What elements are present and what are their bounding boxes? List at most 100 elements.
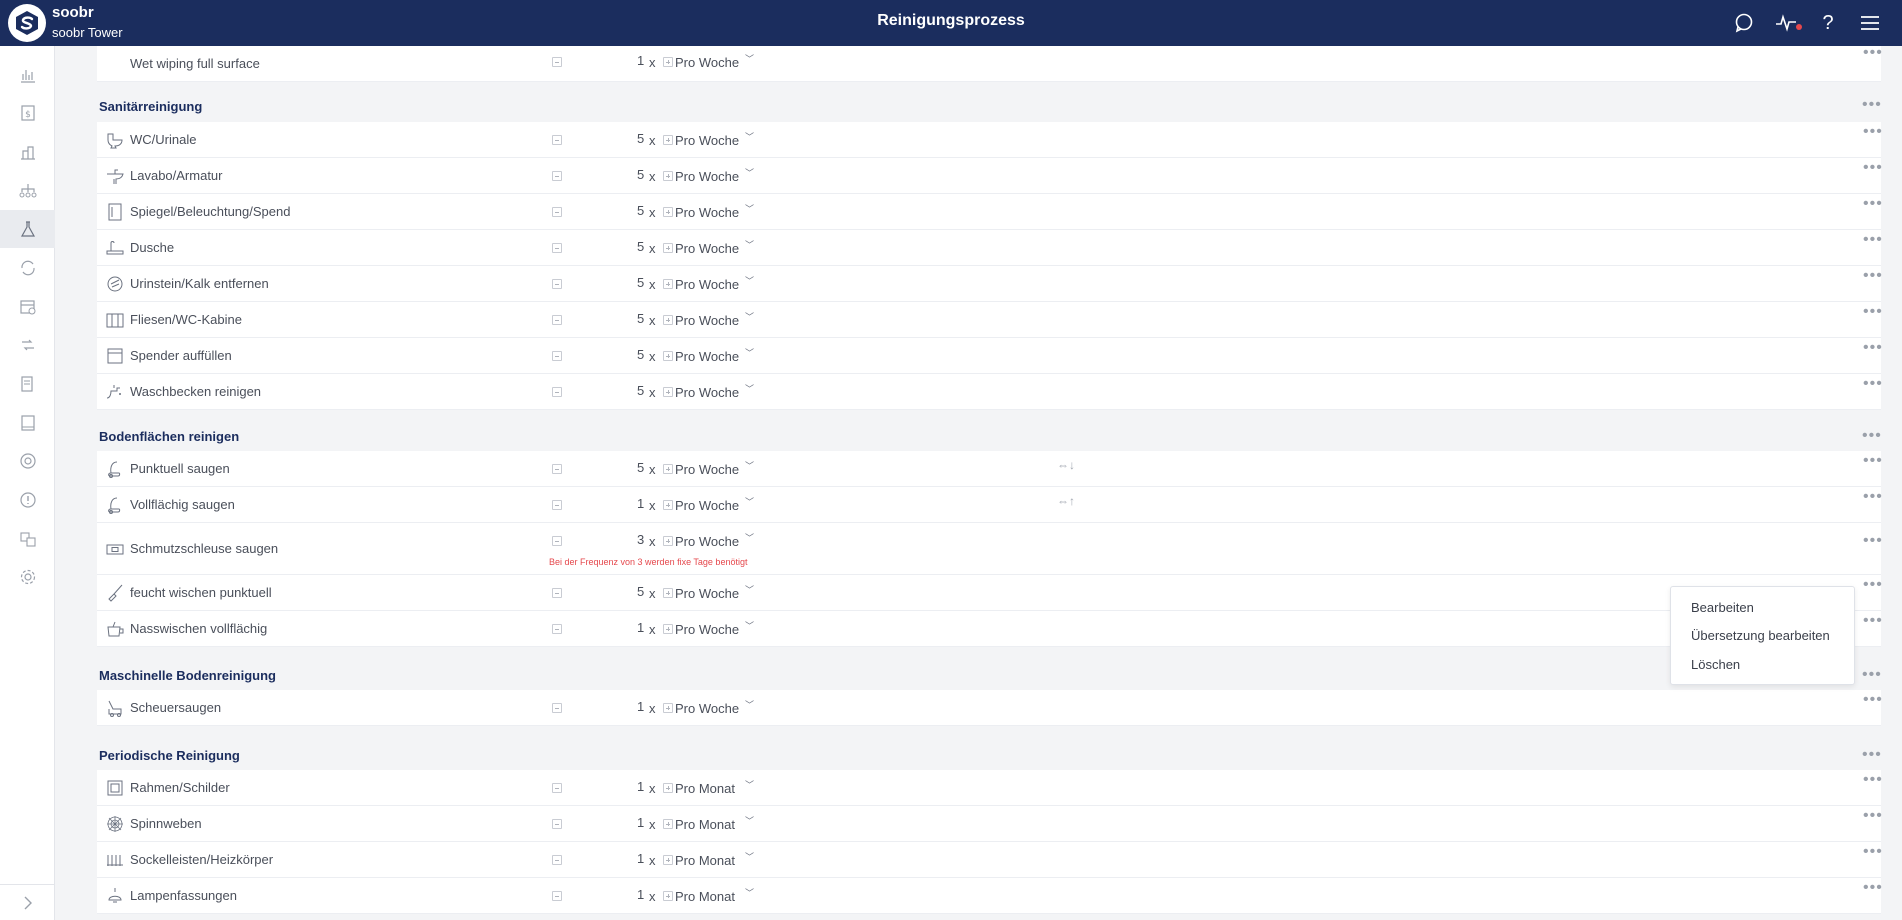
row-more-icon[interactable]: ••• — [1863, 196, 1883, 212]
period-select[interactable]: Pro Woche — [675, 349, 739, 364]
increase-button[interactable] — [663, 624, 673, 634]
increase-button[interactable] — [663, 243, 673, 253]
increase-button[interactable] — [663, 536, 673, 546]
row-more-icon[interactable]: ••• — [1863, 376, 1883, 392]
period-select[interactable]: Pro Woche — [675, 701, 739, 716]
task-row[interactable]: Fliesen/WC-Kabine 5 x Pro Woche ﹀ ••• — [97, 302, 1883, 338]
period-select[interactable]: Pro Monat — [675, 817, 735, 832]
increase-button[interactable] — [663, 315, 673, 325]
decrease-button[interactable] — [552, 891, 562, 901]
menu-item-edit-translation[interactable]: Übersetzung bearbeiten — [1691, 628, 1830, 643]
chevron-down-icon[interactable]: ﹀ — [745, 531, 754, 544]
decrease-button[interactable] — [552, 703, 562, 713]
section-more-icon[interactable]: ••• — [1862, 97, 1882, 113]
task-row[interactable]: Scheuersaugen 1 x Pro Woche ﹀ ••• — [97, 690, 1882, 726]
decrease-button[interactable] — [552, 783, 562, 793]
increase-button[interactable] — [663, 135, 673, 145]
chat-icon[interactable] — [1732, 11, 1756, 35]
decrease-button[interactable] — [552, 207, 562, 217]
task-row[interactable]: Nasswischen vollflächig 1 x Pro Woche ﹀ … — [97, 611, 1883, 647]
increase-button[interactable] — [663, 57, 673, 67]
increase-button[interactable] — [663, 171, 673, 181]
row-more-icon[interactable]: ••• — [1863, 304, 1883, 320]
task-row[interactable]: Spiegel/Beleuchtung/Spend 5 x Pro Woche … — [97, 194, 1883, 230]
menu-item-delete[interactable]: Löschen — [1691, 657, 1740, 672]
chevron-down-icon[interactable]: ﹀ — [745, 310, 754, 323]
task-row[interactable]: Rahmen/Schilder 1 x Pro Monat ﹀ ••• — [97, 770, 1883, 806]
flask-icon[interactable] — [0, 210, 55, 248]
task-row[interactable]: Lampenfassungen 1 x Pro Monat ﹀ ••• — [97, 878, 1883, 914]
activity-icon[interactable] — [1774, 11, 1802, 35]
decrease-button[interactable] — [552, 351, 562, 361]
decrease-button[interactable] — [552, 464, 562, 474]
org-chart-icon[interactable] — [0, 172, 55, 210]
row-more-icon[interactable]: ••• — [1863, 160, 1883, 176]
decrease-button[interactable] — [552, 135, 562, 145]
book-icon[interactable] — [0, 404, 55, 442]
row-more-icon[interactable]: ••• — [1863, 772, 1883, 788]
period-select[interactable]: Pro Woche — [675, 313, 739, 328]
period-select[interactable]: Pro Woche — [675, 462, 739, 477]
transfer-icon[interactable] — [0, 326, 55, 364]
translate-icon[interactable] — [0, 520, 55, 558]
period-select[interactable]: Pro Woche — [675, 622, 739, 637]
chevron-down-icon[interactable]: ﹀ — [745, 238, 754, 251]
row-more-icon[interactable]: ••• — [1863, 808, 1883, 824]
help-icon[interactable]: ? — [1816, 11, 1840, 35]
task-row[interactable]: Vollflächig saugen 1 x Pro Woche ﹀ ⇔↑ ••… — [97, 487, 1883, 523]
task-row[interactable]: Lavabo/Armatur 5 x Pro Woche ﹀ ••• — [97, 158, 1883, 194]
increase-button[interactable] — [663, 588, 673, 598]
decrease-button[interactable] — [552, 624, 562, 634]
decrease-button[interactable] — [552, 500, 562, 510]
chevron-down-icon[interactable]: ﹀ — [745, 619, 754, 632]
chevron-down-icon[interactable]: ﹀ — [745, 346, 754, 359]
row-more-icon[interactable]: ••• — [1863, 268, 1883, 284]
chevron-down-icon[interactable]: ﹀ — [745, 459, 754, 472]
chevron-down-icon[interactable]: ﹀ — [745, 274, 754, 287]
increase-button[interactable] — [663, 207, 673, 217]
task-row[interactable]: WC/Urinale 5 x Pro Woche ﹀ ••• — [97, 122, 1883, 158]
increase-button[interactable] — [663, 351, 673, 361]
period-select[interactable]: Pro Woche — [675, 498, 739, 513]
menu-item-edit[interactable]: Bearbeiten — [1691, 600, 1754, 615]
chevron-down-icon[interactable]: ﹀ — [745, 886, 754, 899]
period-select[interactable]: Pro Woche — [675, 277, 739, 292]
alert-icon[interactable] — [0, 481, 55, 519]
task-row[interactable]: Dusche 5 x Pro Woche ﹀ ••• — [97, 230, 1882, 266]
chevron-down-icon[interactable]: ﹀ — [745, 814, 754, 827]
row-more-icon[interactable]: ••• — [1863, 124, 1883, 140]
task-row[interactable]: feucht wischen punktuell 5 x Pro Woche ﹀… — [97, 575, 1883, 611]
row-more-icon[interactable]: ••• — [1863, 577, 1883, 593]
increase-button[interactable] — [663, 464, 673, 474]
task-row[interactable]: Spender auffüllen 5 x Pro Woche ﹀ ••• — [97, 338, 1883, 374]
section-more-icon[interactable]: ••• — [1862, 747, 1882, 763]
chevron-down-icon[interactable]: ﹀ — [745, 495, 754, 508]
increase-button[interactable] — [663, 387, 673, 397]
document-icon[interactable] — [0, 365, 55, 403]
calendar-icon[interactable] — [0, 288, 55, 326]
decrease-button[interactable] — [552, 588, 562, 598]
task-row[interactable]: Sockelleisten/Heizkörper 1 x Pro Monat ﹀… — [97, 842, 1882, 878]
period-select[interactable]: Pro Woche — [675, 169, 739, 184]
task-row[interactable]: Schmutzschleuse saugen 3 x Pro Woche ﹀ B… — [97, 523, 1882, 575]
chevron-down-icon[interactable]: ﹀ — [745, 698, 754, 711]
decrease-button[interactable] — [552, 819, 562, 829]
decrease-button[interactable] — [552, 387, 562, 397]
task-row[interactable]: Urinstein/Kalk entfernen 5 x Pro Woche ﹀… — [97, 266, 1883, 302]
row-more-icon[interactable]: ••• — [1863, 489, 1883, 505]
task-row[interactable]: Waschbecken reinigen 5 x Pro Woche ﹀ ••• — [97, 374, 1883, 410]
row-more-icon[interactable]: ••• — [1863, 46, 1883, 61]
decrease-button[interactable] — [552, 855, 562, 865]
row-more-icon[interactable]: ••• — [1863, 613, 1883, 629]
chevron-down-icon[interactable]: ﹀ — [745, 583, 754, 596]
period-select[interactable]: Pro Woche — [675, 586, 739, 601]
task-row[interactable]: Spinnweben 1 x Pro Monat ﹀ ••• — [97, 806, 1883, 842]
row-more-icon[interactable]: ••• — [1863, 340, 1883, 356]
period-select[interactable]: Pro Monat — [675, 781, 735, 796]
chevron-down-icon[interactable]: ﹀ — [745, 850, 754, 863]
link-down-icon[interactable]: ⇔↓ — [1057, 458, 1075, 472]
period-select[interactable]: Pro Woche — [675, 133, 739, 148]
period-select[interactable]: Pro Woche — [675, 55, 739, 70]
row-more-icon[interactable]: ••• — [1863, 880, 1883, 896]
increase-button[interactable] — [663, 703, 673, 713]
